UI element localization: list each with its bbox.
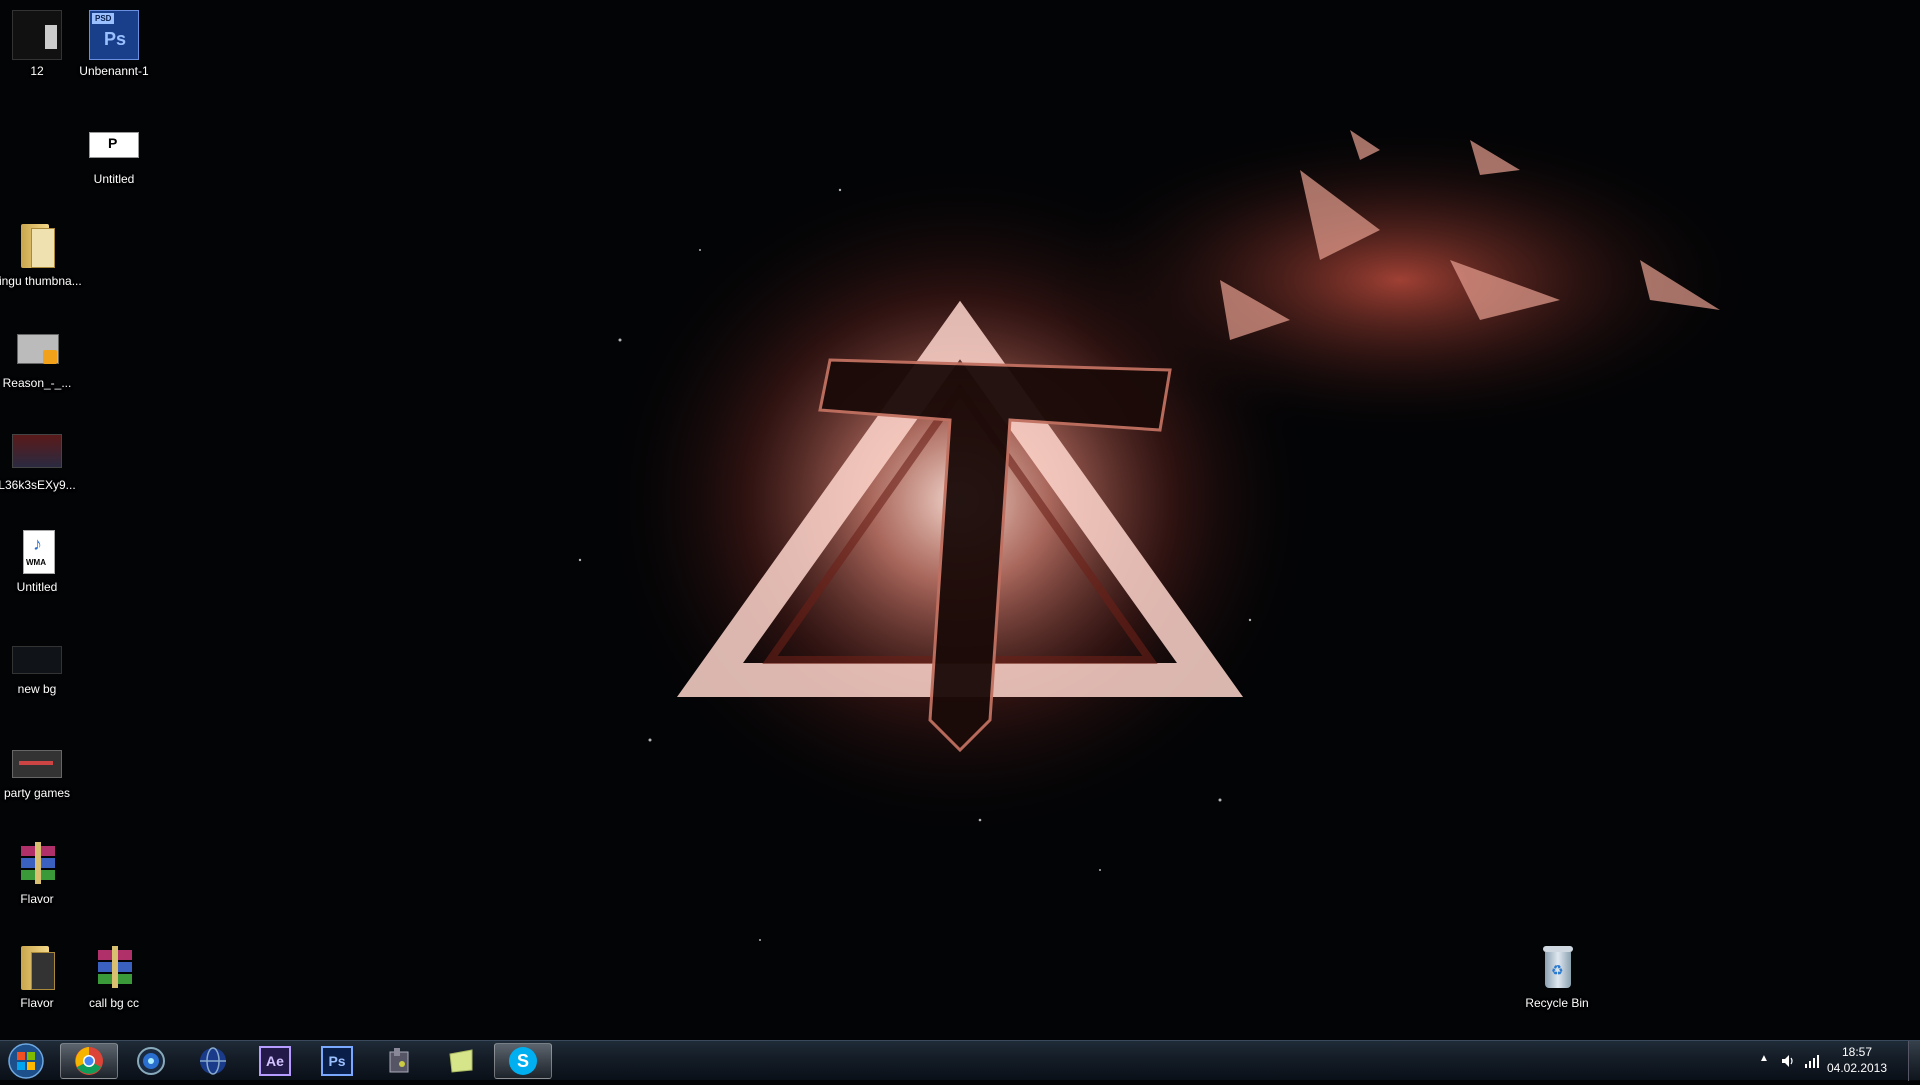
- clock[interactable]: 18:57 04.02.2013: [1822, 1044, 1892, 1076]
- start-button[interactable]: [6, 1042, 46, 1080]
- taskbar: Ae Ps S ▲ 18:57 04.02.2013: [0, 1040, 1920, 1081]
- globe-icon: [200, 1047, 226, 1075]
- photoshop-icon: Ps: [321, 1046, 353, 1076]
- clock-time: 18:57: [1841, 1045, 1873, 1059]
- folder-icon: [13, 222, 61, 270]
- desktop-icon-unbenannt-1[interactable]: PSD Ps Unbenannt-1: [68, 4, 160, 104]
- desktop-icon-reason[interactable]: Reason_-_...: [0, 318, 83, 418]
- system-tray: ▲ 18:57 04.02.2013: [1660, 1041, 1920, 1081]
- show-hidden-icons-icon[interactable]: ▲: [1756, 1053, 1772, 1069]
- desktop-icon-pingu-thumbnails[interactable]: pingu thumbna...: [0, 216, 83, 316]
- taskbar-chrome[interactable]: [60, 1043, 118, 1079]
- video-file-icon: [13, 324, 61, 372]
- taskbar-game[interactable]: [370, 1043, 428, 1079]
- recycle-bin-icon: ♻: [1533, 944, 1581, 992]
- image-thumbnail-icon: [12, 646, 62, 674]
- taskbar-media-player[interactable]: [122, 1043, 180, 1079]
- winrar-archive-icon: [13, 840, 61, 888]
- photoshop-file-icon: PSD Ps: [89, 10, 139, 60]
- show-desktop-button[interactable]: [1908, 1041, 1920, 1081]
- sticky-notes-icon: [449, 1049, 473, 1073]
- taskbar-photoshop[interactable]: Ps: [308, 1043, 366, 1079]
- desktop-wallpaper: [0, 0, 1920, 1040]
- taskbar-globe[interactable]: [184, 1043, 242, 1079]
- desktop-icon-flavor-archive[interactable]: Flavor: [0, 834, 83, 934]
- desktop-icon-l36k3sexy9[interactable]: L36k3sEXy9...: [0, 420, 83, 520]
- volume-icon[interactable]: [1780, 1053, 1796, 1069]
- desktop-icon-call-bg-cc[interactable]: call bg cc: [68, 938, 160, 1038]
- chrome-icon: [75, 1047, 103, 1075]
- desktop-icon-recycle-bin[interactable]: ♻ Recycle Bin: [1511, 938, 1603, 1038]
- network-icon[interactable]: [1804, 1053, 1820, 1069]
- game-icon: [389, 1048, 409, 1073]
- desktop-icon-untitled-wma[interactable]: ♪ WMA Untitled: [0, 522, 83, 622]
- skype-icon: S: [509, 1047, 537, 1075]
- windows-logo-icon: [8, 1043, 44, 1079]
- taskbar-sticky-notes[interactable]: [432, 1043, 490, 1079]
- folder-icon: [13, 944, 61, 992]
- document-icon: P: [89, 132, 139, 158]
- clock-date: 04.02.2013: [1826, 1061, 1888, 1075]
- image-thumbnail-icon: [12, 434, 62, 468]
- image-thumbnail-icon: [12, 750, 62, 778]
- image-thumbnail-icon: [12, 10, 62, 60]
- audio-file-icon: ♪ WMA: [13, 528, 61, 576]
- after-effects-icon: Ae: [259, 1046, 291, 1076]
- desktop-icon-untitled-p[interactable]: P Untitled: [68, 118, 160, 218]
- media-player-icon: [137, 1047, 165, 1075]
- taskbar-after-effects[interactable]: Ae: [246, 1043, 304, 1079]
- desktop-icon-party-games[interactable]: party games: [0, 730, 83, 830]
- winrar-archive-icon: [90, 944, 138, 992]
- desktop-icon-new-bg[interactable]: new bg: [0, 626, 83, 726]
- taskbar-skype[interactable]: S: [494, 1043, 552, 1079]
